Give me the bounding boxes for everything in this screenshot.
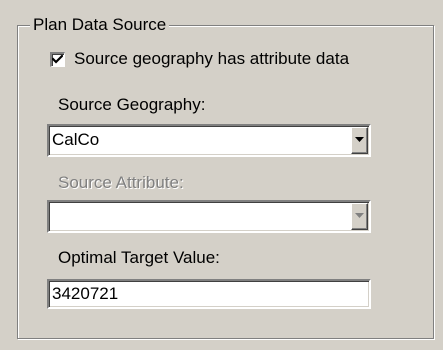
optimal-target-input[interactable]: 3420721 — [47, 279, 371, 309]
attribute-data-checkbox-label: Source geography has attribute data — [74, 49, 350, 68]
chevron-down-icon — [355, 137, 364, 142]
optimal-target-value: 3420721 — [52, 284, 119, 303]
source-attribute-label: Source Attribute: — [58, 173, 184, 192]
source-geography-dropdown-button[interactable] — [351, 127, 368, 154]
source-geography-value: CalCo — [52, 130, 100, 149]
optimal-target-label: Optimal Target Value: — [58, 248, 220, 267]
group-title: Plan Data Source — [30, 14, 170, 36]
source-attribute-select[interactable] — [47, 200, 371, 233]
source-geography-label: Source Geography: — [58, 95, 206, 114]
source-geography-select[interactable]: CalCo — [47, 124, 371, 157]
attribute-data-checkbox-row[interactable]: Source geography has attribute data — [50, 49, 349, 69]
source-attribute-dropdown-button[interactable] — [351, 203, 368, 230]
chevron-down-icon — [355, 213, 364, 218]
check-mark-icon — [52, 53, 63, 64]
attribute-data-checkbox[interactable] — [50, 51, 65, 67]
